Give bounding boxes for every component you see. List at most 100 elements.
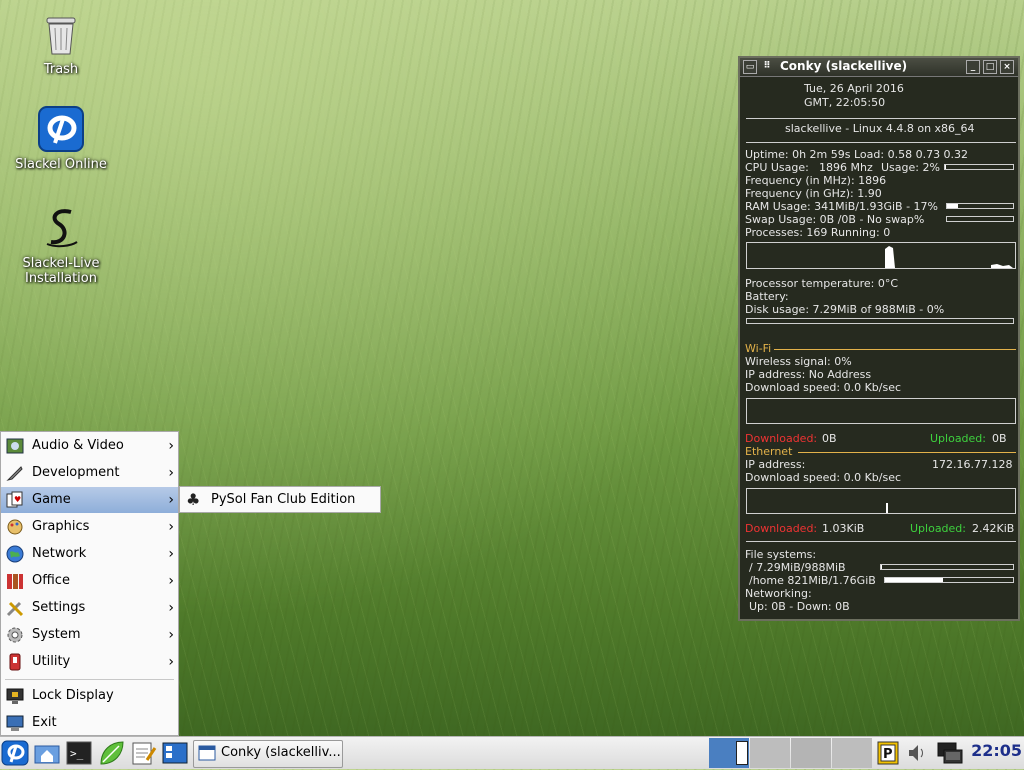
chevron-right-icon: › xyxy=(168,600,174,616)
graphics-icon xyxy=(6,518,24,536)
conky-freq-ghz: Frequency (in GHz): 1.90 xyxy=(745,187,882,200)
menu-item-graphics[interactable]: Graphics › xyxy=(1,514,178,540)
networking-updown: Up: 0B - Down: 0B xyxy=(749,600,850,613)
conky-cpu-usage: Usage: 2% xyxy=(881,161,940,174)
wifi-header: Wi-Fi xyxy=(745,342,772,355)
utility-icon xyxy=(6,653,24,671)
menu-item-system[interactable]: System › xyxy=(1,622,178,648)
svg-text:♥: ♥ xyxy=(14,495,21,504)
cpu-graph xyxy=(746,242,1016,269)
svg-text:>_: >_ xyxy=(70,747,84,760)
conky-host: slackellive - Linux 4.4.8 on x86_64 xyxy=(785,122,975,135)
conky-cpu-mhz: 1896 Mhz xyxy=(819,161,873,174)
menu-item-lock-display[interactable]: Lock Display xyxy=(1,683,178,709)
ram-bar xyxy=(946,203,1014,209)
show-desktop-button[interactable] xyxy=(161,740,189,766)
development-icon xyxy=(6,464,24,482)
ethernet-uploaded-label: Uploaded: xyxy=(910,522,966,535)
taskbar-window-conky[interactable]: Conky (slackelliv... xyxy=(193,740,343,768)
conky-swap: Swap Usage: 0B /0B - No swap% xyxy=(745,213,925,226)
close-icon[interactable]: × xyxy=(1000,60,1014,74)
network-tray-button[interactable] xyxy=(934,740,966,766)
workspace-3[interactable] xyxy=(791,738,831,768)
ethernet-ip-value: 172.16.77.128 xyxy=(932,458,1013,471)
root-fs-bar xyxy=(880,564,1014,570)
networking-header: Networking: xyxy=(745,587,812,600)
chevron-right-icon: › xyxy=(168,519,174,535)
window-menu-icon[interactable]: ▭ xyxy=(743,60,757,74)
desktop-icon-label: Trash xyxy=(43,62,79,77)
conky-battery: Battery: xyxy=(745,290,789,303)
ethernet-downloaded-value: 1.03KiB xyxy=(822,522,865,535)
divider xyxy=(746,118,1016,119)
swap-bar xyxy=(946,216,1014,222)
menu-item-label: Exit xyxy=(32,715,57,730)
menu-item-exit[interactable]: Exit xyxy=(1,710,178,736)
sticky-icon[interactable]: ⠿ xyxy=(761,60,773,72)
browser-button[interactable] xyxy=(97,740,125,766)
ethernet-uploaded-value: 2.42KiB xyxy=(972,522,1015,535)
conky-time: GMT, 22:05:50 xyxy=(804,96,886,109)
conky-window: ▭ ⠿ Conky (slackellive) _ □ × Tue, 26 Ap… xyxy=(738,56,1020,621)
menu-item-pysol[interactable]: ♣ PySol Fan Club Edition xyxy=(180,487,380,512)
chevron-right-icon: › xyxy=(168,546,174,562)
game-submenu: ♣ PySol Fan Club Edition xyxy=(179,486,381,513)
conky-titlebar[interactable]: ▭ ⠿ Conky (slackellive) _ □ × xyxy=(740,58,1018,77)
volume-button[interactable] xyxy=(906,740,928,766)
terminal-button[interactable]: >_ xyxy=(65,740,93,766)
p-app-icon: P xyxy=(876,741,900,770)
menu-item-label: Settings xyxy=(32,600,86,615)
start-menu-button[interactable] xyxy=(1,740,29,766)
menu-item-label: Game xyxy=(32,492,71,507)
exit-computer-icon xyxy=(6,714,24,732)
workspace-4[interactable] xyxy=(832,738,872,768)
globe-icon xyxy=(6,545,24,563)
slackel-logo-icon xyxy=(37,105,85,153)
chevron-right-icon: › xyxy=(168,492,174,508)
filesystem-root: / 7.29MiB/988MiB xyxy=(749,561,846,574)
desktop-icon-trash[interactable]: Trash xyxy=(11,10,111,77)
wifi-divider xyxy=(774,349,1016,350)
menu-item-office[interactable]: Office › xyxy=(1,568,178,594)
desktop-icon xyxy=(161,742,189,770)
wifi-downloaded-value: 0B xyxy=(822,432,837,445)
ethernet-ip-label: IP address: xyxy=(745,458,806,471)
window-icon xyxy=(198,745,216,765)
workspace-1[interactable] xyxy=(709,738,749,768)
taskbar-window-label: Conky (slackelliv... xyxy=(221,745,341,760)
clock[interactable]: 22:05 xyxy=(971,741,1022,760)
maximize-icon[interactable]: □ xyxy=(983,60,997,74)
home-fs-bar xyxy=(884,577,1014,583)
menu-item-utility[interactable]: Utility › xyxy=(1,649,178,675)
home-folder-button[interactable] xyxy=(33,740,61,766)
menu-item-network[interactable]: Network › xyxy=(1,541,178,567)
text-editor-button[interactable] xyxy=(129,740,157,766)
menu-item-settings[interactable]: Settings › xyxy=(1,595,178,621)
menu-item-audio-video[interactable]: Audio & Video › xyxy=(1,433,178,459)
ethernet-divider xyxy=(798,452,1016,453)
taskbar: >_ Conky (slackelliv... P 22:05 xyxy=(0,736,1024,769)
workspace-2[interactable] xyxy=(750,738,790,768)
slackel-s-logo-icon xyxy=(37,204,85,252)
menu-item-label: Lock Display xyxy=(32,688,114,703)
desktop-icon-slackel-install[interactable]: Slackel-Live Installation xyxy=(11,204,111,286)
menu-item-label: Audio & Video xyxy=(32,438,124,453)
menu-item-game[interactable]: ♥ Game › xyxy=(1,487,178,513)
ethernet-graph xyxy=(746,488,1016,514)
chevron-right-icon: › xyxy=(168,627,174,643)
volume-icon xyxy=(906,745,928,770)
wifi-download-speed: Download speed: 0.0 Kb/sec xyxy=(745,381,902,394)
chevron-right-icon: › xyxy=(168,654,174,670)
wifi-uploaded-value: 0B xyxy=(992,432,1007,445)
conky-date: Tue, 26 April 2016 xyxy=(804,82,904,95)
wifi-uploaded-label: Uploaded: xyxy=(930,432,986,445)
system-gear-icon xyxy=(6,626,24,644)
minimize-icon[interactable]: _ xyxy=(966,60,980,74)
wifi-signal: Wireless signal: 0% xyxy=(745,355,852,368)
desktop-icon-slackel-online[interactable]: Slackel Online xyxy=(11,105,111,172)
menu-item-development[interactable]: Development › xyxy=(1,460,178,486)
conky-processes: Processes: 169 Running: 0 xyxy=(745,226,891,239)
tray-p-app[interactable]: P xyxy=(876,740,900,766)
network-icon xyxy=(934,742,966,770)
club-suit-icon: ♣ xyxy=(185,490,203,509)
